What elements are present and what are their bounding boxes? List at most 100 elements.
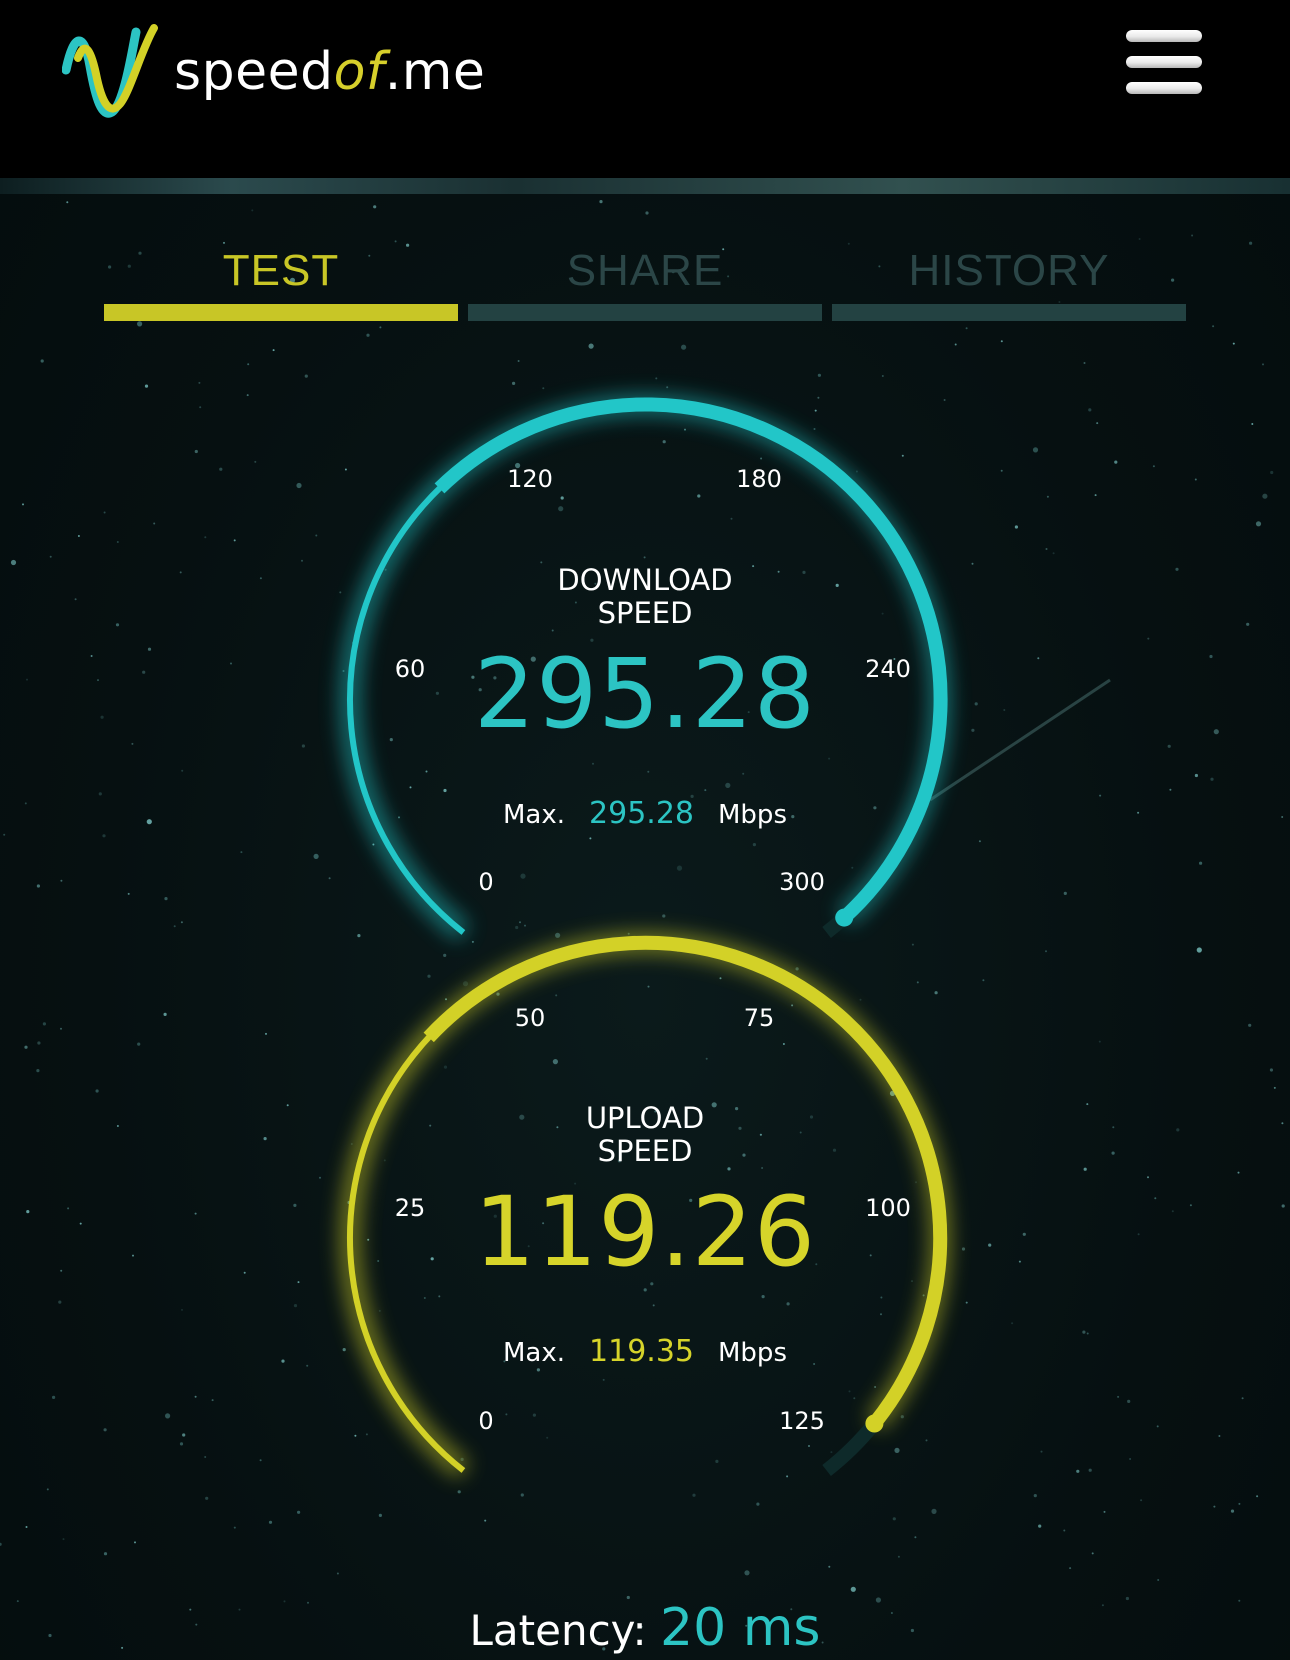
star [599,200,603,204]
star [1045,548,1048,550]
star [744,1570,750,1576]
star [1088,408,1092,412]
star [10,559,17,566]
star [1238,1502,1241,1505]
star [828,1565,831,1568]
star [60,1027,62,1030]
star [1194,773,1198,778]
star [46,1488,49,1491]
star [116,1125,119,1127]
star [1273,1086,1276,1089]
star [892,1517,896,1521]
star [1063,891,1067,896]
star [961,1247,966,1251]
logo-text-me: .me [384,42,486,102]
star [194,1395,197,1398]
star [1152,465,1155,468]
star [233,539,236,542]
star [0,1542,2,1546]
star [194,1212,197,1215]
star [1014,525,1019,529]
star [26,1210,30,1214]
star [97,679,99,682]
download-tick-120: 120 [507,465,553,493]
speedofme-logo-icon [62,24,158,118]
star [37,1041,41,1045]
star [194,449,198,454]
star [199,406,202,409]
star [517,360,520,362]
star [1033,1494,1037,1498]
star [60,1269,63,1272]
star [1246,622,1250,626]
star [268,1520,273,1524]
star [181,769,184,772]
star [254,460,257,463]
star [1000,469,1003,472]
download-label-line2: SPEED [597,596,693,630]
star [95,1089,99,1093]
star [36,1069,40,1073]
star [173,925,176,928]
star [219,467,223,471]
tab-history[interactable]: HISTORY [832,236,1186,324]
download-max-row: Max. 295.28 Mbps [330,796,960,831]
star [243,1271,246,1274]
logo[interactable]: speedof.me [62,22,485,122]
star [511,381,516,385]
star [272,349,275,352]
star [1262,363,1264,366]
star [1086,1332,1089,1335]
star [100,715,104,719]
tab-share-label: SHARE [566,246,724,295]
star [98,792,102,796]
upload-tick-50: 50 [514,1004,546,1032]
upload-label: UPLOAD SPEED [330,1102,960,1168]
star [897,1555,900,1558]
star [286,1104,289,1107]
star [115,623,120,627]
header-image-strip [0,178,1290,194]
star [240,851,243,854]
star [153,522,156,525]
tab-share[interactable]: SHARE [468,236,822,324]
star [205,1496,209,1500]
star [281,1359,285,1363]
star [978,840,981,843]
star [1082,1330,1086,1334]
star [251,209,254,212]
star [1255,521,1262,527]
star [1086,1103,1089,1106]
star [49,555,52,558]
star [1218,1435,1221,1437]
star [1171,1210,1174,1213]
upload-tick-75: 75 [743,1004,775,1032]
star [965,327,968,330]
star [1189,1204,1192,1207]
star [259,577,262,580]
upload-tick-0: 0 [478,1407,494,1435]
tab-history-label: HISTORY [908,246,1110,295]
download-unit: Mbps [718,800,787,830]
star [180,921,183,924]
star [319,1176,321,1179]
star [1212,325,1215,328]
star [230,662,232,665]
star [850,1586,856,1592]
star [1232,342,1235,345]
tab-test[interactable]: TEST [104,236,458,324]
star [204,1456,207,1458]
latency-label: Latency: [469,1606,647,1655]
star [1194,478,1197,481]
star [971,562,974,565]
star [1191,234,1194,237]
star [147,647,152,651]
latency-value: 20 ms [660,1598,821,1658]
hamburger-menu-icon[interactable] [1124,28,1204,96]
star [25,1526,28,1528]
star [246,394,249,397]
star [301,744,305,748]
star [293,1203,297,1207]
upload-tick-125: 125 [779,1407,825,1435]
star [1154,1197,1157,1200]
